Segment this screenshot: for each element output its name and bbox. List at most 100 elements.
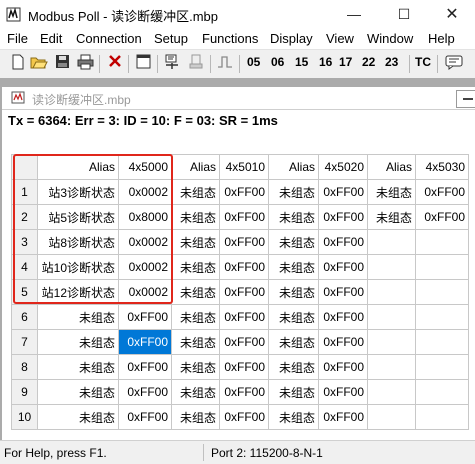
value-cell[interactable]: 0xFF00	[318, 404, 368, 430]
alias-cell[interactable]: 未组态	[37, 379, 119, 405]
value-cell[interactable]: 0x0002	[118, 254, 172, 280]
delete-icon[interactable]	[106, 54, 124, 74]
alias-cell[interactable]: 未组态	[37, 304, 119, 330]
column-header[interactable]: Alias	[37, 154, 119, 180]
value-cell[interactable]: 0xFF00	[219, 254, 269, 280]
value-cell[interactable]	[415, 354, 469, 380]
value-cell[interactable]: 0xFF00	[318, 229, 368, 255]
alias-cell[interactable]: 站12诊断状态	[37, 279, 119, 305]
row-number[interactable]: 10	[11, 404, 38, 430]
function-05-button[interactable]: 05	[247, 55, 260, 69]
alias-cell[interactable]: 站5诊断状态	[37, 204, 119, 230]
value-cell[interactable]: 0xFF00	[118, 354, 172, 380]
menu-file[interactable]: File	[7, 31, 28, 46]
read-write-icon[interactable]	[163, 54, 181, 74]
row-number[interactable]: 3	[11, 229, 38, 255]
value-cell[interactable]: 0x8000	[118, 204, 172, 230]
alias-cell[interactable]: 未组态	[367, 179, 416, 205]
value-cell[interactable]: 0xFF00	[318, 329, 368, 355]
alias-cell[interactable]: 未组态	[171, 404, 220, 430]
pulse-icon[interactable]	[216, 54, 234, 74]
column-header[interactable]: 4x5030	[415, 154, 469, 180]
value-cell[interactable]: 0xFF00	[219, 404, 269, 430]
alias-cell[interactable]: 未组态	[268, 229, 319, 255]
value-cell[interactable]: 0xFF00	[118, 379, 172, 405]
menu-edit[interactable]: Edit	[40, 31, 62, 46]
function-06-button[interactable]: 06	[271, 55, 284, 69]
alias-cell[interactable]: 未组态	[268, 379, 319, 405]
value-cell[interactable]: 0xFF00	[219, 354, 269, 380]
minimize-button[interactable]: —	[331, 0, 377, 29]
column-header[interactable]: Alias	[367, 154, 416, 180]
alias-cell[interactable]: 未组态	[171, 254, 220, 280]
value-cell[interactable]: 0xFF00	[415, 179, 469, 205]
alias-cell[interactable]: 未组态	[171, 304, 220, 330]
column-header[interactable]: Alias	[268, 154, 319, 180]
alias-cell[interactable]: 未组态	[268, 329, 319, 355]
alias-cell[interactable]: 未组态	[268, 279, 319, 305]
alias-cell[interactable]	[367, 254, 416, 280]
row-number[interactable]: 6	[11, 304, 38, 330]
alias-cell[interactable]	[367, 379, 416, 405]
column-header[interactable]: 4x5000	[118, 154, 172, 180]
alias-cell[interactable]: 未组态	[171, 379, 220, 405]
alias-cell[interactable]: 未组态	[367, 204, 416, 230]
alias-cell[interactable]	[367, 304, 416, 330]
value-cell[interactable]: 0xFF00	[118, 404, 172, 430]
value-cell[interactable]: 0xFF00	[219, 304, 269, 330]
alias-cell[interactable]	[367, 329, 416, 355]
function-15-button[interactable]: 15	[295, 55, 308, 69]
value-cell[interactable]	[415, 329, 469, 355]
alias-cell[interactable]: 未组态	[171, 204, 220, 230]
row-number[interactable]: 9	[11, 379, 38, 405]
menu-window[interactable]: Window	[367, 31, 413, 46]
alias-cell[interactable]: 未组态	[268, 304, 319, 330]
value-cell[interactable]: 0xFF00	[118, 304, 172, 330]
function-16-button[interactable]: 16	[319, 55, 332, 69]
function-23-button[interactable]: 23	[385, 55, 398, 69]
alias-cell[interactable]: 未组态	[171, 179, 220, 205]
value-cell[interactable]: 0xFF00	[219, 179, 269, 205]
alias-cell[interactable]: 未组态	[268, 179, 319, 205]
alias-cell[interactable]	[367, 354, 416, 380]
alias-cell[interactable]	[367, 229, 416, 255]
value-cell[interactable]: 0xFF00	[219, 279, 269, 305]
function-17-button[interactable]: 17	[339, 55, 352, 69]
value-cell[interactable]: 0xFF00	[318, 179, 368, 205]
alias-cell[interactable]: 未组态	[171, 354, 220, 380]
value-cell[interactable]: 0xFF00	[415, 204, 469, 230]
value-cell[interactable]	[415, 304, 469, 330]
menu-help[interactable]: Help	[428, 31, 455, 46]
value-cell[interactable]: 0xFF00	[219, 204, 269, 230]
value-cell[interactable]: 0xFF00	[318, 279, 368, 305]
new-file-icon[interactable]	[10, 54, 26, 74]
alias-cell[interactable]: 站8诊断状态	[37, 229, 119, 255]
value-cell[interactable]	[415, 404, 469, 430]
value-cell[interactable]: 0xFF00	[318, 254, 368, 280]
row-number[interactable]: 2	[11, 204, 38, 230]
row-number[interactable]: 5	[11, 279, 38, 305]
value-cell[interactable]	[415, 229, 469, 255]
alias-cell[interactable]	[367, 404, 416, 430]
column-header[interactable]: 4x5010	[219, 154, 269, 180]
value-cell[interactable]	[415, 254, 469, 280]
menu-setup[interactable]: Setup	[154, 31, 188, 46]
menu-display[interactable]: Display	[270, 31, 313, 46]
value-cell[interactable]: 0xFF00	[219, 379, 269, 405]
alias-cell[interactable]: 未组态	[268, 204, 319, 230]
row-number[interactable]: 8	[11, 354, 38, 380]
menu-functions[interactable]: Functions	[202, 31, 258, 46]
value-cell[interactable]: 0xFF00	[219, 229, 269, 255]
alias-cell[interactable]: 未组态	[37, 329, 119, 355]
alias-cell[interactable]: 未组态	[171, 229, 220, 255]
value-cell[interactable]: 0x0002	[118, 279, 172, 305]
maximize-button[interactable]: ☐	[381, 0, 427, 29]
alias-cell[interactable]: 未组态	[171, 279, 220, 305]
open-folder-icon[interactable]	[30, 54, 48, 74]
alias-cell[interactable]	[367, 279, 416, 305]
value-cell[interactable]: 0x0002	[118, 179, 172, 205]
close-button[interactable]: ✕	[429, 0, 475, 29]
value-cell[interactable]	[415, 279, 469, 305]
alias-cell[interactable]: 未组态	[268, 354, 319, 380]
alias-cell[interactable]: 未组态	[171, 329, 220, 355]
